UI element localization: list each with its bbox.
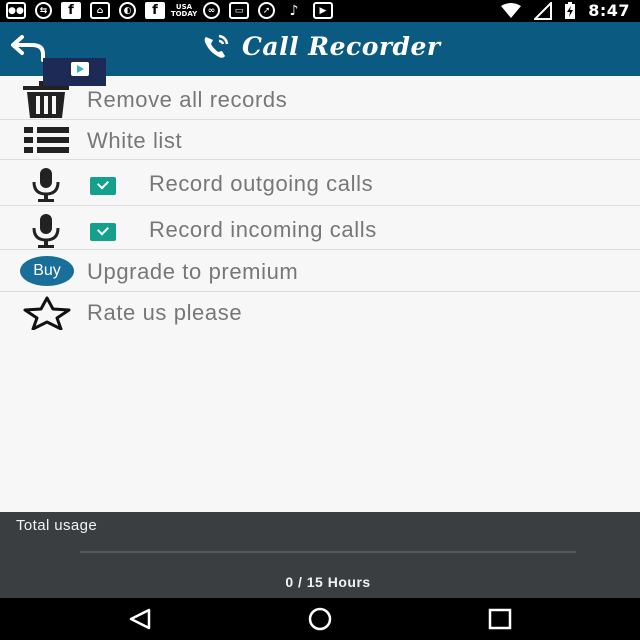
menu-item-label: Record incoming calls: [149, 217, 377, 242]
buy-badge: Buy: [20, 256, 74, 286]
record-incoming-checkbox[interactable]: [90, 223, 116, 241]
star-icon: [23, 296, 71, 330]
link-icon: ∞: [203, 2, 220, 19]
navigation-bar: [0, 598, 640, 640]
usage-title: Total usage: [16, 517, 98, 534]
usage-progress-bar: [80, 551, 576, 553]
menu-item-label: Record outgoing calls: [149, 171, 374, 196]
menu-item-label: Rate us please: [87, 300, 243, 325]
compass-icon: ➚: [258, 2, 275, 19]
menu-item-label: White list: [87, 128, 183, 153]
app-title: Call Recorder: [202, 32, 441, 61]
notification-icons: ●● ⇆ f ⌂ ◐ f USA TODAY ∞ ▭ ➚ ♪ ▶: [6, 2, 333, 19]
moon-icon: ◐: [119, 2, 136, 19]
signal-icon: [534, 1, 553, 20]
recents-square-icon[interactable]: [487, 607, 513, 631]
menu-item-record-outgoing[interactable]: Record outgoing calls: [0, 160, 640, 206]
usage-value: 0 / 15 Hours: [285, 574, 371, 590]
microphone-icon: [32, 214, 60, 248]
menu-item-label: Upgrade to premium: [87, 259, 299, 284]
usb-icon: ⇆: [35, 2, 52, 19]
hat-icon: ⌂: [90, 2, 110, 19]
app-title-text: Call Recorder: [242, 32, 441, 61]
guitar-icon: ♪: [289, 2, 299, 19]
wifi-icon: [501, 2, 522, 18]
microphone-icon: [32, 168, 60, 202]
screen-recorder-overlay[interactable]: [43, 58, 106, 86]
system-icons: 8:47: [500, 1, 630, 20]
menu-item-record-incoming[interactable]: Record incoming calls: [0, 206, 640, 250]
phone-icon: [204, 34, 229, 58]
back-triangle-icon[interactable]: [127, 607, 153, 631]
menu-item-rate[interactable]: Rate us please: [0, 292, 640, 334]
play-icon: [71, 62, 89, 76]
record-outgoing-checkbox[interactable]: [90, 177, 116, 195]
gamepad-icon: ●●: [6, 2, 26, 19]
media-icon: ▶: [313, 2, 333, 19]
cassette-icon: ▭: [229, 2, 249, 19]
menu-item-white-list[interactable]: White list: [0, 120, 640, 160]
status-bar: ●● ⇆ f ⌂ ◐ f USA TODAY ∞ ▭ ➚ ♪ ▶ 8:47: [0, 0, 640, 22]
menu-item-upgrade[interactable]: Buy Upgrade to premium: [0, 250, 640, 292]
menu-item-label: Remove all records: [87, 87, 288, 112]
usa-today-icon: USA TODAY: [170, 2, 198, 18]
facebook-icon: f: [145, 2, 165, 19]
battery-charging-icon: [565, 1, 576, 19]
usage-panel: Total usage 0 / 15 Hours: [0, 512, 640, 598]
list-icon: [24, 127, 69, 153]
menu-list: Remove all records White list Record out…: [0, 76, 640, 334]
back-arrow-icon[interactable]: [10, 34, 46, 64]
home-circle-icon[interactable]: [306, 607, 334, 631]
clock: 8:47: [588, 1, 630, 20]
facebook-icon: f: [61, 2, 81, 19]
